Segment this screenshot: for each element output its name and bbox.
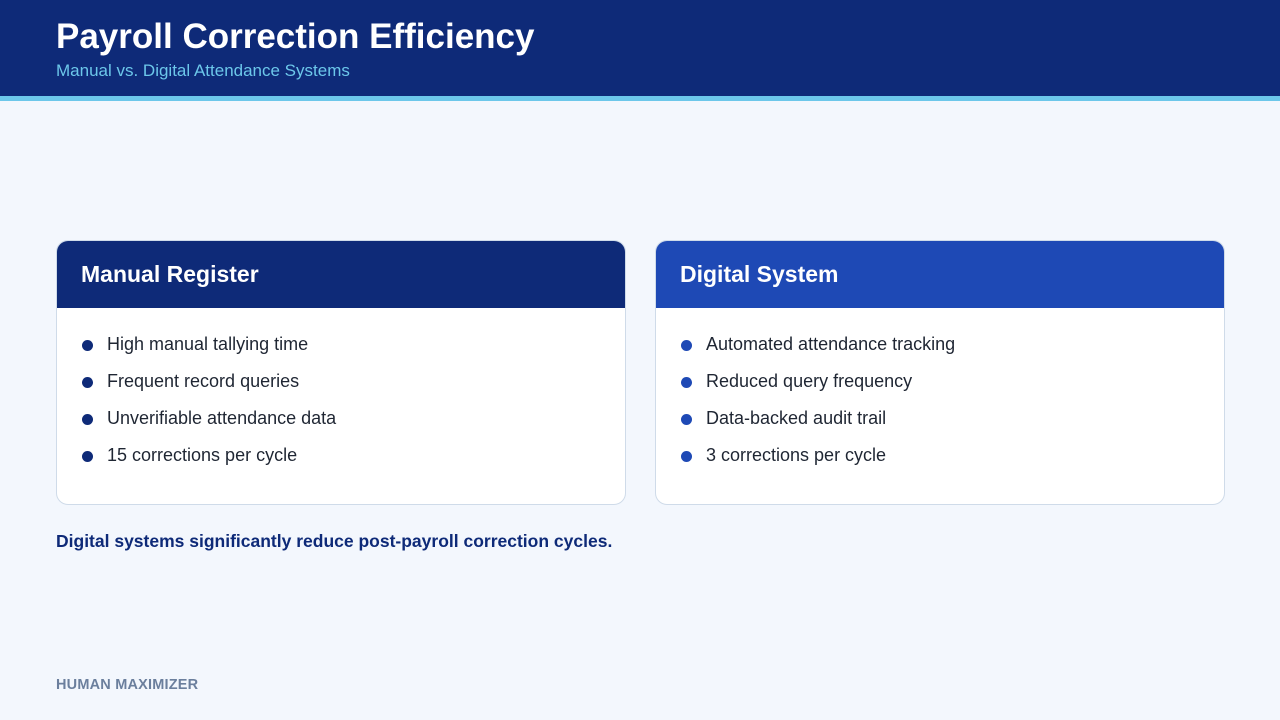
- card-item-list: High manual tallying time Frequent recor…: [57, 308, 625, 480]
- list-item: Automated attendance tracking: [681, 332, 1224, 369]
- bullet-icon: [82, 340, 93, 351]
- list-item-text: Automated attendance tracking: [706, 334, 956, 354]
- list-item: 15 corrections per cycle: [82, 443, 625, 480]
- list-item: High manual tallying time: [82, 332, 625, 369]
- bullet-icon: [82, 451, 93, 462]
- manual-register-card: Manual Register High manual tallying tim…: [56, 240, 626, 505]
- slide: Payroll Correction Efficiency Manual vs.…: [0, 0, 1280, 720]
- bullet-icon: [82, 414, 93, 425]
- list-item: Reduced query frequency: [681, 369, 1224, 406]
- conclusion-text: Digital systems significantly reduce pos…: [56, 531, 613, 551]
- card-title: Digital System: [680, 261, 839, 287]
- bullet-icon: [681, 451, 692, 462]
- bullet-icon: [82, 377, 93, 388]
- page-subtitle: Manual vs. Digital Attendance Systems: [56, 61, 350, 80]
- list-item-text: 3 corrections per cycle: [706, 445, 887, 465]
- card-title: Manual Register: [81, 261, 259, 287]
- bullet-icon: [681, 414, 692, 425]
- footer-brand: HUMAN MAXIMIZER: [56, 677, 199, 693]
- header-accent-line: [0, 96, 1280, 101]
- list-item-text: High manual tallying time: [107, 334, 309, 354]
- list-item-text: 15 corrections per cycle: [107, 445, 298, 465]
- bullet-icon: [681, 377, 692, 388]
- list-item: Data-backed audit trail: [681, 406, 1224, 443]
- list-item: Frequent record queries: [82, 369, 625, 406]
- list-item: 3 corrections per cycle: [681, 443, 1224, 480]
- page-title: Payroll Correction Efficiency: [56, 17, 535, 56]
- list-item-text: Unverifiable attendance data: [107, 408, 337, 428]
- list-item-text: Reduced query frequency: [706, 371, 913, 391]
- digital-system-card: Digital System Automated attendance trac…: [655, 240, 1225, 505]
- card-header: Digital System: [656, 241, 1224, 308]
- header-bar: Payroll Correction Efficiency Manual vs.…: [0, 0, 1280, 96]
- list-item-text: Data-backed audit trail: [706, 408, 887, 428]
- list-item: Unverifiable attendance data: [82, 406, 625, 443]
- card-header: Manual Register: [57, 241, 625, 308]
- bullet-icon: [681, 340, 692, 351]
- card-item-list: Automated attendance tracking Reduced qu…: [656, 308, 1224, 480]
- list-item-text: Frequent record queries: [107, 371, 300, 391]
